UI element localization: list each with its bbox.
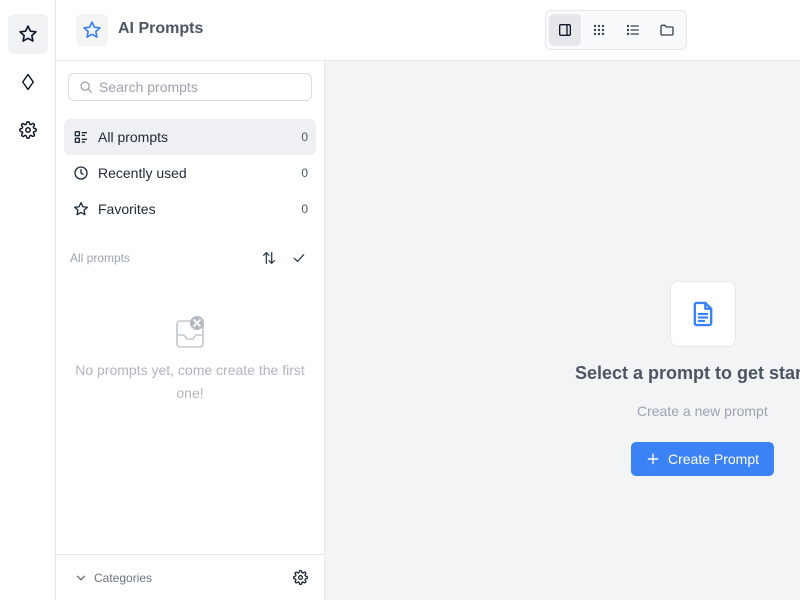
empty-selection-subtitle: Create a new prompt xyxy=(637,403,768,419)
app-header: AI Prompts xyxy=(56,0,800,61)
nav-all-prompts[interactable]: All prompts 0 xyxy=(64,119,316,155)
grid-dots-icon xyxy=(591,22,607,38)
document-icon xyxy=(689,300,717,328)
list-icon xyxy=(625,22,641,38)
nav-label: All prompts xyxy=(98,129,169,145)
nav-count: 0 xyxy=(301,130,308,144)
star-icon xyxy=(73,201,89,217)
rail-diamond-button[interactable] xyxy=(8,62,48,102)
star-icon xyxy=(82,20,102,40)
empty-state: No prompts yet, come create the first on… xyxy=(56,315,324,405)
section-label: All prompts xyxy=(70,251,131,265)
categories-footer: Categories xyxy=(56,554,324,600)
clock-icon xyxy=(73,165,89,181)
empty-inbox-icon xyxy=(170,315,210,351)
prompt-detail-panel: Select a prompt to get started Create a … xyxy=(325,61,800,600)
document-icon-tile xyxy=(670,281,736,347)
prompt-list-header: All prompts xyxy=(70,249,310,267)
brand-logo xyxy=(76,14,108,46)
rail-settings-button[interactable] xyxy=(8,110,48,150)
view-mode-toggle xyxy=(545,10,687,50)
create-prompt-label: Create Prompt xyxy=(667,451,760,467)
star-icon xyxy=(18,24,38,44)
app-title: AI Prompts xyxy=(118,20,204,37)
sort-arrows-icon xyxy=(261,250,277,266)
app-rail xyxy=(0,0,56,600)
sidebar-panel-icon xyxy=(557,22,573,38)
view-folder-button[interactable] xyxy=(651,14,683,46)
empty-selection-title: Select a prompt to get started xyxy=(575,363,800,383)
nav-favorites[interactable]: Favorites 0 xyxy=(64,191,316,227)
diamond-icon xyxy=(19,73,37,91)
chevron-down-icon xyxy=(74,571,88,585)
search-input[interactable] xyxy=(99,79,299,95)
rail-prompts-button[interactable] xyxy=(8,14,48,54)
nav-count: 0 xyxy=(301,202,308,216)
empty-message: No prompts yet, come create the first on… xyxy=(75,362,305,401)
view-grid-button[interactable] xyxy=(583,14,615,46)
nav-recently-used[interactable]: Recently used 0 xyxy=(64,155,316,191)
search-icon xyxy=(79,80,93,94)
create-prompt-button[interactable]: Create Prompt xyxy=(631,442,774,476)
list-grid-icon xyxy=(73,129,89,145)
categories-label: Categories xyxy=(94,570,153,585)
categories-toggle[interactable] xyxy=(74,571,88,585)
plus-icon xyxy=(646,452,660,466)
nav-count: 0 xyxy=(301,166,308,180)
nav-label: Favorites xyxy=(98,201,156,217)
select-mode-button[interactable] xyxy=(288,249,310,267)
check-icon xyxy=(291,250,307,266)
categories-settings-button[interactable] xyxy=(293,570,308,585)
view-sidebar-button[interactable] xyxy=(549,14,581,46)
prompt-filters: All prompts 0 Recently used 0 Favorites … xyxy=(64,119,316,227)
gear-icon xyxy=(293,570,308,585)
search-box xyxy=(68,73,312,101)
prompts-sidebar: All prompts 0 Recently used 0 Favorites … xyxy=(56,61,325,600)
gear-icon xyxy=(19,121,37,139)
sort-button[interactable] xyxy=(258,249,280,267)
folder-icon xyxy=(659,22,675,38)
nav-label: Recently used xyxy=(98,165,187,181)
view-list-button[interactable] xyxy=(617,14,649,46)
